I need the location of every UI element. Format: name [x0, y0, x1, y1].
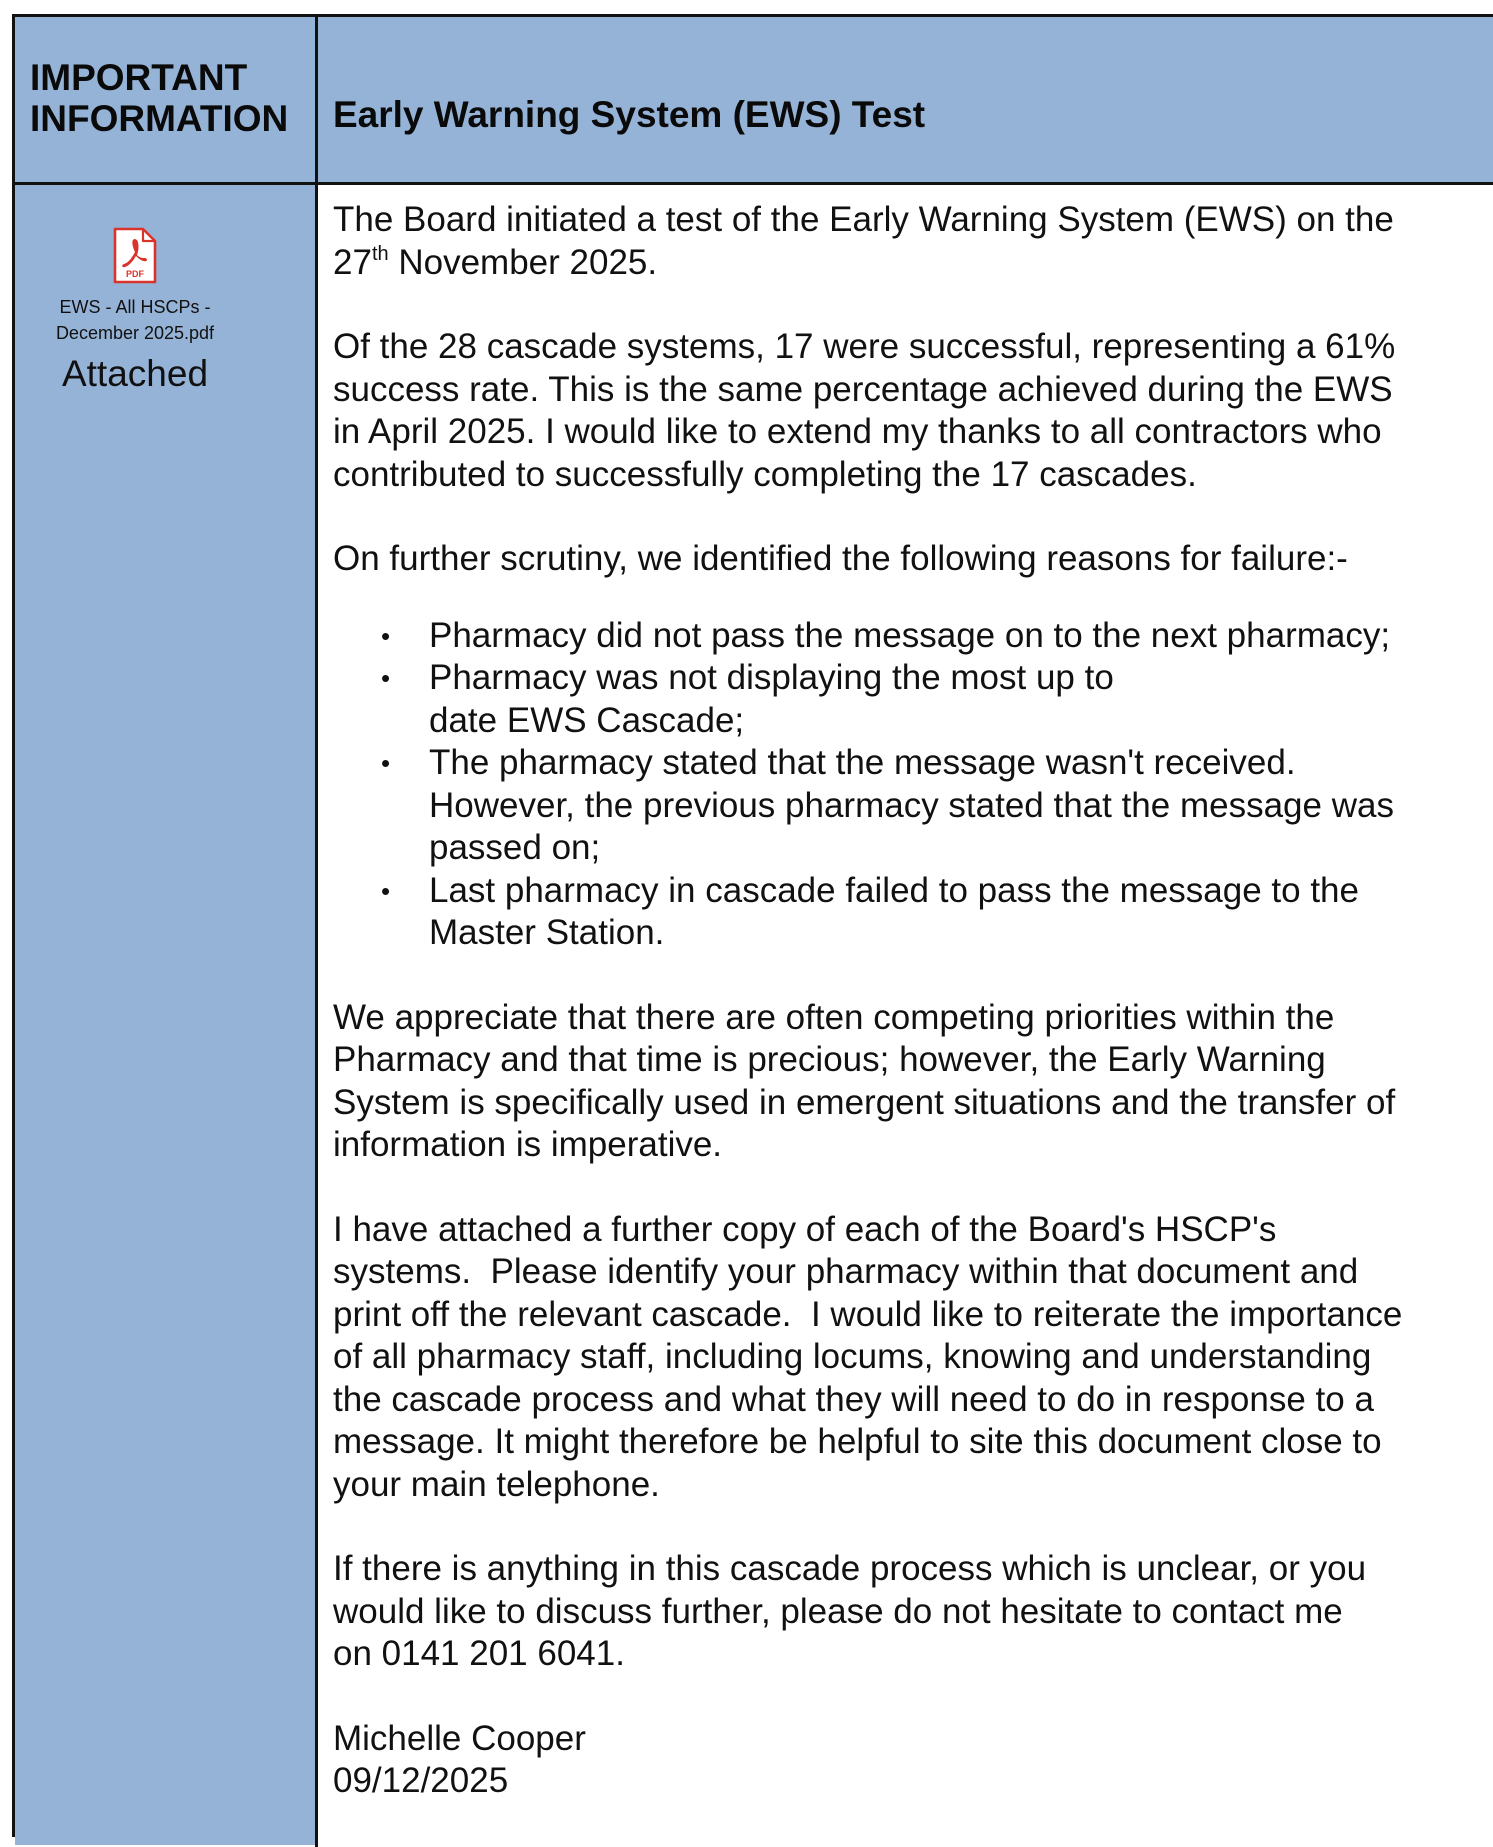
priorities-line: information is imperative.: [333, 1125, 723, 1164]
attached-copy-line: your main telephone.: [333, 1464, 660, 1504]
attached-copy-line: the cascade process and what they will n…: [333, 1379, 1374, 1419]
label-line-1: IMPORTANT: [30, 57, 248, 98]
attached-copy-line: systems. Please identify your pharmacy w…: [333, 1252, 1359, 1291]
scrutiny-paragraph: On further scrutiny, we identified the f…: [333, 538, 1493, 581]
column-divider: [315, 17, 318, 1847]
pdf-attachment[interactable]: PDF EWS - All HSCPs - December 2025.pdf …: [15, 227, 255, 394]
scrutiny-line: On further scrutiny, we identified the f…: [333, 539, 1348, 578]
file-name-line-2: December 2025.pdf: [55, 323, 215, 343]
attached-copy-line: of all pharmacy staff, including locums,…: [333, 1337, 1372, 1376]
results-line: contributed to successfully completing t…: [333, 454, 1197, 494]
intro-ordinal: th: [371, 242, 389, 265]
attached-copy-line: print off the relevant cascade. I would …: [333, 1294, 1403, 1334]
intro-paragraph: The Board initiated a test of the Early …: [333, 199, 1493, 284]
contact-line: If there is anything in this cascade pro…: [333, 1549, 1367, 1588]
priorities-line: System is specifically used in emergent …: [333, 1082, 1396, 1122]
intro-day: 27: [333, 242, 372, 282]
contact-paragraph: If there is anything in this cascade pro…: [333, 1548, 1493, 1676]
pdf-icon-label: PDF: [126, 269, 145, 279]
bullet-icon: •: [381, 663, 391, 693]
message-body: The Board initiated a test of the Early …: [333, 199, 1493, 1845]
results-line: Of the 28 cascade systems, 17 were succe…: [333, 327, 1396, 366]
results-paragraph: Of the 28 cascade systems, 17 were succe…: [333, 326, 1493, 496]
list-item: • Last pharmacy in cascade failed to pas…: [333, 870, 1493, 955]
list-item: • The pharmacy stated that the message w…: [333, 742, 1493, 870]
label-line-2: INFORMATION: [30, 98, 289, 139]
list-item: • Pharmacy did not pass the message on t…: [333, 615, 1493, 658]
list-item: • Pharmacy was not displaying the most u…: [333, 657, 1493, 742]
bullet-icon: •: [381, 875, 391, 906]
page-title: Early Warning System (EWS) Test: [333, 94, 926, 135]
attached-copy-line: message. It might therefore be helpful t…: [333, 1422, 1382, 1461]
attachment-file-name[interactable]: EWS - All HSCPs - December 2025.pdf: [15, 294, 255, 346]
signature-date: 09/12/2025: [333, 1761, 509, 1800]
bullet-icon: •: [381, 620, 391, 651]
priorities-line: We appreciate that there are often compe…: [333, 997, 1335, 1037]
reason-line: Pharmacy was not displaying the most up …: [429, 658, 1114, 697]
attached-copy-line: I have attached a further copy of each o…: [333, 1209, 1277, 1249]
results-line: success rate. This is the same percentag…: [333, 369, 1393, 409]
contact-line: would like to discuss further, please do…: [333, 1591, 1343, 1631]
reason-line: The pharmacy stated that the message was…: [429, 743, 1296, 782]
contact-line: on 0141 201 6041.: [333, 1634, 625, 1673]
attached-copy-paragraph: I have attached a further copy of each o…: [333, 1209, 1493, 1507]
signature: Michelle Cooper 09/12/2025: [333, 1718, 1493, 1803]
important-information-label: IMPORTANT INFORMATION: [30, 57, 288, 139]
priorities-line: Pharmacy and that time is precious; howe…: [333, 1040, 1326, 1079]
intro-line-2: 27th November 2025.: [333, 242, 1493, 285]
intro-line-1: The Board initiated a test of the Early …: [333, 200, 1394, 239]
signature-name: Michelle Cooper: [333, 1718, 586, 1758]
information-sheet: IMPORTANT INFORMATION Early Warning Syst…: [12, 14, 1493, 1847]
pdf-icon[interactable]: PDF: [112, 227, 158, 285]
intro-month-year: November 2025.: [388, 242, 658, 282]
reason-line: Last pharmacy in cascade failed to pass …: [429, 870, 1359, 910]
results-line: in April 2025. I would like to extend my…: [333, 412, 1382, 451]
attachment-column: [15, 185, 315, 1845]
failure-reasons-list: • Pharmacy did not pass the message on t…: [333, 611, 1493, 955]
file-name-line-1: EWS - All HSCPs -: [59, 297, 211, 317]
reason-line: However, the previous pharmacy stated th…: [429, 785, 1394, 825]
reason-line: date EWS Cascade;: [429, 700, 745, 740]
bullet-icon: •: [381, 748, 391, 778]
reason-line: Master Station.: [429, 913, 665, 952]
reason-line: passed on;: [429, 828, 601, 867]
reason-line: Pharmacy did not pass the message on to …: [429, 615, 1391, 655]
priorities-paragraph: We appreciate that there are often compe…: [333, 997, 1493, 1167]
attachment-status: Attached: [61, 353, 209, 394]
